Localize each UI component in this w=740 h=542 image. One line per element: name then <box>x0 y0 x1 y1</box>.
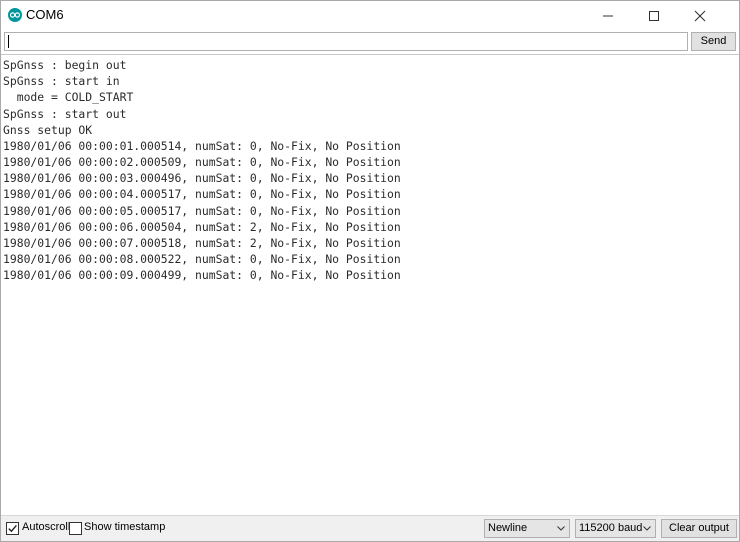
baud-rate-select[interactable]: 115200 baud <box>575 519 656 538</box>
checkmark-icon <box>8 524 17 533</box>
title-bar[interactable]: COM6 <box>1 1 739 30</box>
send-row: Send <box>1 30 739 54</box>
output-line: 1980/01/06 00:00:07.000518, numSat: 2, N… <box>3 236 401 250</box>
baud-rate-value: 115200 baud <box>579 522 643 534</box>
show-timestamp-label[interactable]: Show timestamp <box>84 521 165 533</box>
autoscroll-label[interactable]: Autoscroll <box>22 521 70 533</box>
line-ending-select[interactable]: Newline <box>484 519 570 538</box>
clear-output-button[interactable]: Clear output <box>661 519 737 538</box>
output-line: Gnss setup OK <box>3 123 93 137</box>
arduino-icon <box>8 8 22 22</box>
minimize-button[interactable] <box>585 1 631 30</box>
output-line: 1980/01/06 00:00:03.000496, numSat: 0, N… <box>3 171 401 185</box>
chevron-down-icon <box>557 526 565 531</box>
minimize-icon <box>603 15 613 16</box>
status-bar: Autoscroll Show timestamp Newline 115200… <box>1 515 739 541</box>
output-line: 1980/01/06 00:00:05.000517, numSat: 0, N… <box>3 204 401 218</box>
serial-output[interactable]: SpGnss : begin out SpGnss : start in mod… <box>1 54 739 515</box>
output-line: 1980/01/06 00:00:01.000514, numSat: 0, N… <box>3 139 401 153</box>
line-ending-value: Newline <box>488 522 528 534</box>
maximize-icon <box>649 10 659 21</box>
send-input[interactable] <box>4 32 688 51</box>
close-button[interactable] <box>677 1 723 30</box>
output-line: SpGnss : start out <box>3 107 127 121</box>
output-line: SpGnss : start in <box>3 74 120 88</box>
output-line: 1980/01/06 00:00:08.000522, numSat: 0, N… <box>3 252 401 266</box>
serial-monitor-window: COM6 Send SpGnss : begin out SpGnss : st… <box>0 0 740 542</box>
output-line: 1980/01/06 00:00:09.000499, numSat: 0, N… <box>3 268 401 282</box>
autoscroll-checkbox[interactable] <box>6 522 19 535</box>
show-timestamp-checkbox[interactable] <box>69 522 82 535</box>
chevron-down-icon <box>643 526 651 531</box>
output-line: 1980/01/06 00:00:06.000504, numSat: 2, N… <box>3 220 401 234</box>
text-caret <box>8 35 9 48</box>
close-icon <box>694 10 706 21</box>
output-line: mode = COLD_START <box>3 90 134 104</box>
output-line: 1980/01/06 00:00:02.000509, numSat: 0, N… <box>3 155 401 169</box>
send-button[interactable]: Send <box>691 32 736 51</box>
window-title: COM6 <box>26 7 64 22</box>
output-line: 1980/01/06 00:00:04.000517, numSat: 0, N… <box>3 187 401 201</box>
output-line: SpGnss : begin out <box>3 58 127 72</box>
maximize-button[interactable] <box>631 1 677 30</box>
